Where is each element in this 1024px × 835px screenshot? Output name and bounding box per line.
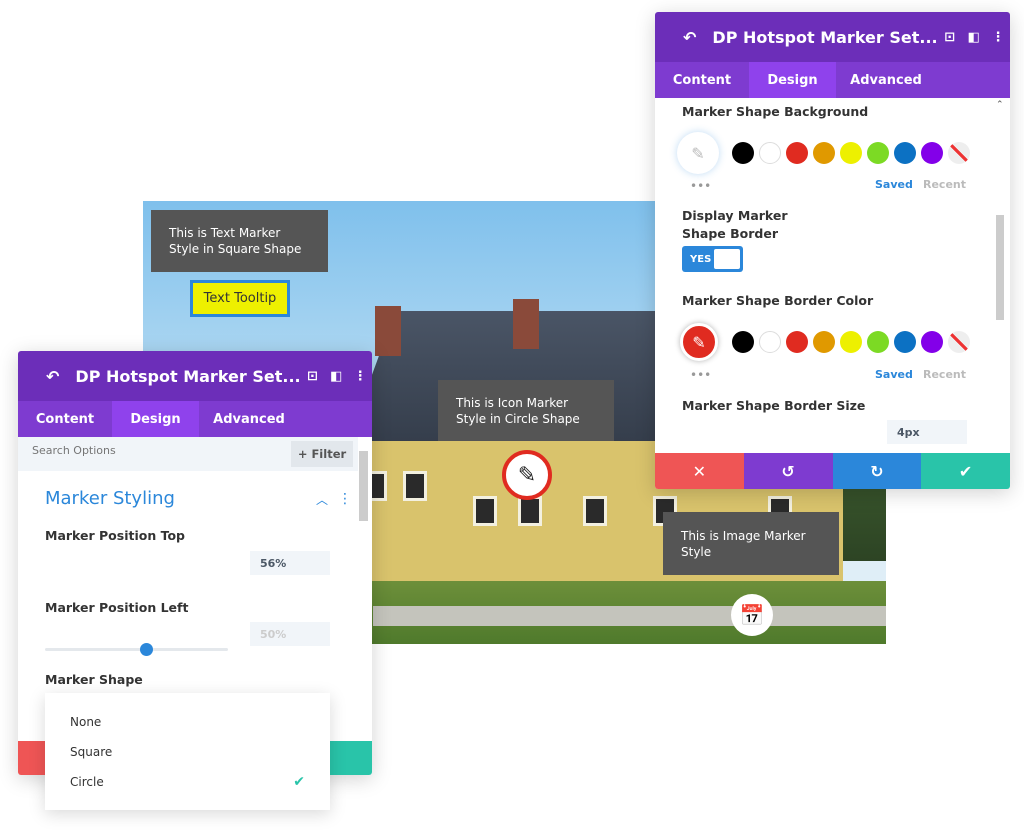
split-view-icon[interactable]: ◧	[962, 30, 986, 45]
filter-button[interactable]: + Filter	[291, 441, 353, 467]
position-left-input[interactable]: 50%	[250, 622, 330, 646]
scrollbar-thumb[interactable]	[996, 215, 1004, 320]
color-swatch[interactable]	[813, 331, 835, 353]
scrollbar[interactable]	[359, 437, 368, 737]
swatch-row	[732, 142, 975, 168]
color-swatch[interactable]	[759, 142, 781, 164]
color-swatch[interactable]	[867, 331, 889, 353]
search-row: + Filter	[18, 437, 358, 471]
border-color-eyedropper-icon[interactable]: ✎	[680, 323, 718, 361]
image-marker-calendar-icon[interactable]: 📅	[731, 594, 773, 636]
more-options-icon[interactable]: ⋮	[348, 369, 372, 384]
icon-marker-tooltip: This is Icon Marker Style in Circle Shap…	[438, 380, 614, 441]
image-marker-tooltip: This is Image Marker Style	[663, 512, 839, 575]
tab-design[interactable]: Design	[749, 62, 836, 98]
path	[373, 606, 886, 626]
option-none[interactable]: None	[45, 707, 330, 737]
tab-content[interactable]: Content	[18, 401, 112, 437]
panel-tabs: Content Design Advanced	[18, 401, 372, 437]
position-left-label: Marker Position Left	[45, 600, 189, 615]
back-icon[interactable]: ↶	[683, 28, 696, 47]
display-border-toggle[interactable]: YES	[682, 246, 743, 272]
color-swatch[interactable]	[840, 331, 862, 353]
more-colors-icon[interactable]: •••	[690, 179, 711, 193]
recent-colors-tab[interactable]: Recent	[923, 178, 966, 191]
panel-header: ↶ DP Hotspot Marker Set... ⊡ ◧ ⋮	[18, 351, 372, 401]
window	[518, 496, 542, 526]
more-options-icon[interactable]: ⋮	[986, 30, 1010, 45]
border-color-label: Marker Shape Border Color	[682, 293, 874, 308]
position-top-input[interactable]: 56%	[250, 551, 330, 575]
panel-title: DP Hotspot Marker Set...	[75, 366, 301, 386]
marker-shape-label: Marker Shape	[45, 672, 143, 687]
window	[403, 471, 427, 501]
toggle-handle	[714, 249, 740, 269]
color-swatch[interactable]	[894, 142, 916, 164]
recent-colors-tab[interactable]: Recent	[923, 368, 966, 381]
collapse-chevron-icon[interactable]: ︿	[316, 491, 328, 508]
window	[583, 496, 607, 526]
split-view-icon[interactable]: ◧	[324, 369, 348, 384]
more-colors-icon[interactable]: •••	[690, 368, 711, 382]
save-button[interactable]: ✔	[921, 453, 1010, 489]
panel-header: ↶ DP Hotspot Marker Set... ⊡ ◧ ⋮	[655, 12, 1010, 62]
tab-advanced[interactable]: Advanced	[199, 401, 299, 437]
panel-tabs: Content Design Advanced	[655, 62, 1010, 98]
saved-colors-tab[interactable]: Saved	[875, 368, 913, 381]
border-size-input[interactable]: 4px	[887, 420, 967, 444]
marker-shape-dropdown: None Square Circle ✔	[45, 693, 330, 810]
option-circle[interactable]: Circle ✔	[45, 767, 330, 797]
scroll-up-icon[interactable]: ⌃	[996, 100, 1004, 110]
redo-button[interactable]: ↻	[832, 453, 922, 489]
scrollbar-thumb[interactable]	[359, 451, 368, 521]
tab-design[interactable]: Design	[112, 401, 199, 437]
saved-colors-tab[interactable]: Saved	[875, 178, 913, 191]
back-icon[interactable]: ↶	[46, 367, 59, 386]
slider-handle[interactable]	[140, 643, 153, 656]
checkmark-icon: ✔	[293, 774, 305, 790]
color-swatch[interactable]	[921, 142, 943, 164]
color-swatch[interactable]	[867, 142, 889, 164]
color-swatch[interactable]	[786, 331, 808, 353]
section-more-icon[interactable]: ⋮	[338, 491, 352, 507]
window	[473, 496, 497, 526]
color-swatch[interactable]	[786, 142, 808, 164]
fullscreen-icon[interactable]: ⊡	[301, 369, 325, 384]
chimney	[375, 306, 401, 356]
fullscreen-icon[interactable]: ⊡	[938, 30, 962, 45]
settings-panel-right: ↶ DP Hotspot Marker Set... ⊡ ◧ ⋮ Content…	[655, 12, 1010, 489]
color-swatch[interactable]	[732, 331, 754, 353]
border-size-label: Marker Shape Border Size	[682, 398, 866, 413]
color-swatch[interactable]	[759, 331, 781, 353]
position-top-slider[interactable]	[45, 643, 228, 656]
marker-shape-background-label: Marker Shape Background	[682, 104, 869, 119]
panel-title: DP Hotspot Marker Set...	[712, 27, 938, 47]
section-title[interactable]: Marker Styling	[45, 488, 175, 509]
tab-content[interactable]: Content	[655, 62, 749, 98]
color-swatch[interactable]	[921, 331, 943, 353]
cancel-button[interactable]: ✕	[655, 453, 744, 489]
color-swatch[interactable]	[840, 142, 862, 164]
option-square[interactable]: Square	[45, 737, 330, 767]
chimney	[513, 299, 539, 349]
tab-advanced[interactable]: Advanced	[836, 62, 936, 98]
toggle-label: YES	[690, 253, 712, 265]
color-swatch[interactable]	[894, 331, 916, 353]
panel-footer: ✕ ↺ ↻ ✔	[655, 453, 1010, 489]
icon-marker-edit-icon[interactable]: ✎	[502, 450, 552, 500]
search-input[interactable]	[32, 444, 272, 457]
color-picker-eyedropper-icon[interactable]: ✎	[677, 132, 719, 174]
no-color-swatch[interactable]	[948, 142, 970, 164]
text-marker-tooltip: This is Text Marker Style in Square Shap…	[151, 210, 328, 272]
color-swatch[interactable]	[732, 142, 754, 164]
display-border-label: Display Marker Shape Border	[682, 208, 788, 241]
no-color-swatch[interactable]	[948, 331, 970, 353]
undo-button[interactable]: ↺	[743, 453, 833, 489]
scrollbar[interactable]: ⌃	[996, 100, 1004, 455]
position-top-label: Marker Position Top	[45, 528, 185, 543]
swatch-row	[732, 331, 975, 357]
text-marker[interactable]: Text Tooltip	[190, 280, 290, 317]
option-label: Circle	[70, 775, 104, 789]
color-swatch[interactable]	[813, 142, 835, 164]
